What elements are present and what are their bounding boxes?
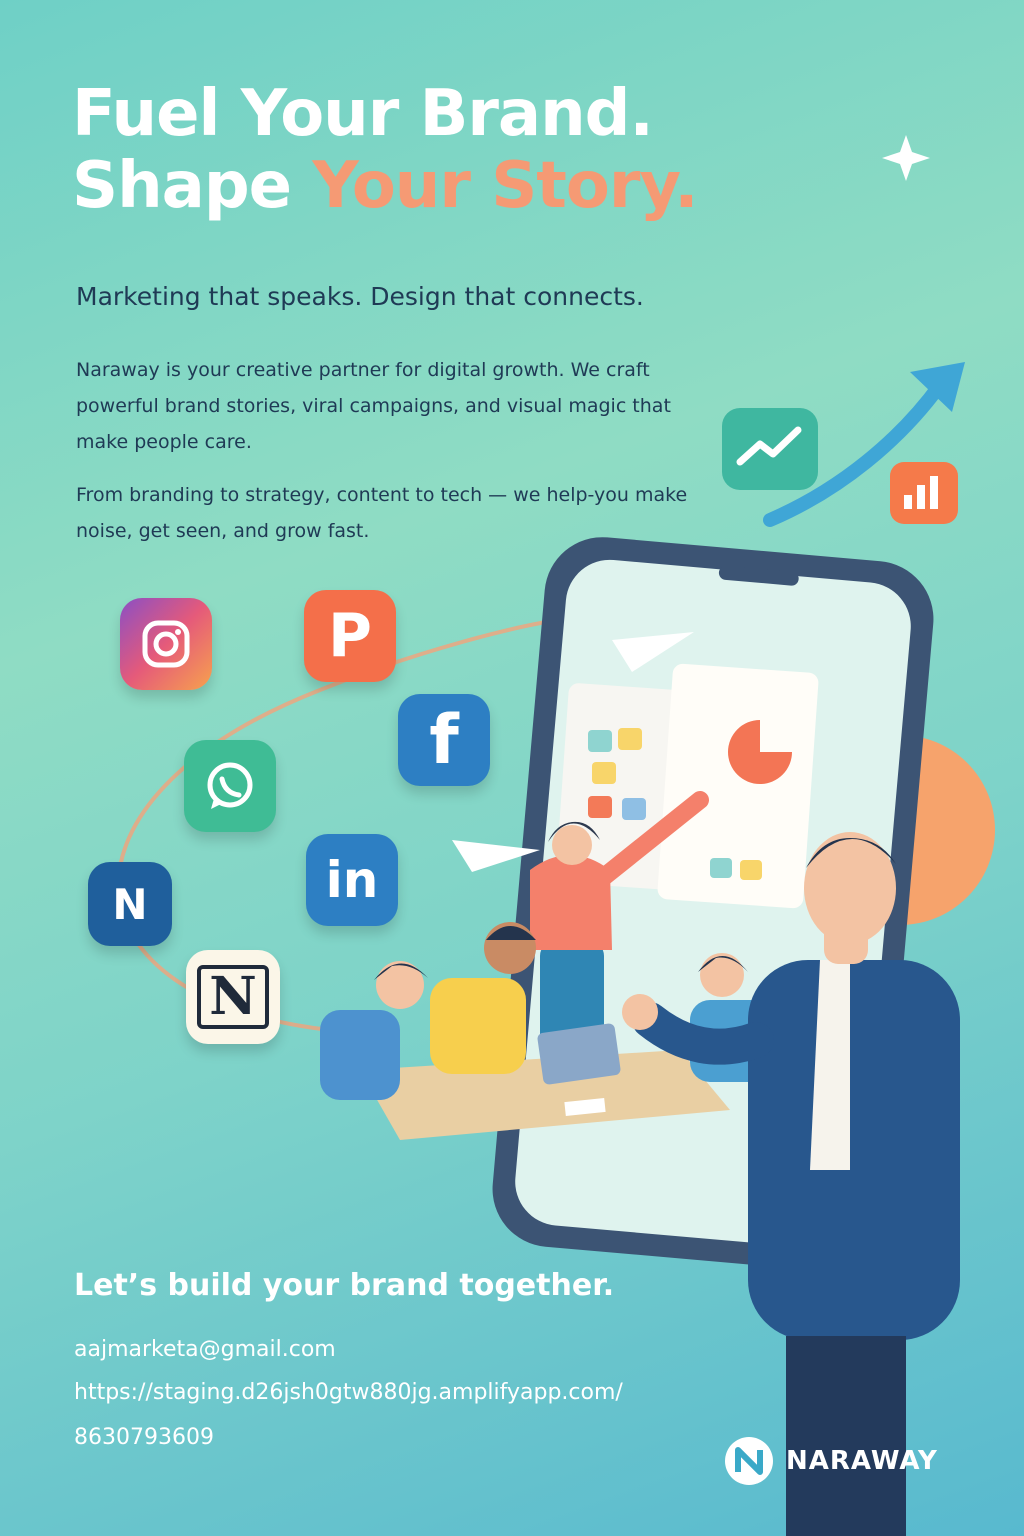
illustration bbox=[116, 135, 995, 1536]
headline-line-1: Fuel Your Brand. bbox=[72, 77, 654, 151]
poster: P f in N N Fuel Your Brand. Shape Your S… bbox=[0, 0, 1024, 1536]
contact-email[interactable]: aajmarketa@gmail.com bbox=[74, 1337, 336, 1362]
services-paragraph: From branding to strategy, content to te… bbox=[76, 484, 688, 542]
headline-line-2-white: Shape bbox=[72, 149, 313, 223]
bar-chart-icon bbox=[890, 462, 958, 524]
headline-line-2-accent: Your Story. bbox=[312, 149, 698, 223]
brand-name: NARAWAY bbox=[786, 1446, 938, 1476]
instagram-icon bbox=[120, 598, 212, 690]
tagline: Marketing that speaks. Design that conne… bbox=[76, 282, 644, 311]
call-to-action: Let’s build your brand together. bbox=[74, 1268, 615, 1303]
whatsapp-icon bbox=[184, 740, 276, 832]
linkedin-icon: in bbox=[306, 834, 398, 926]
notion-icon: N bbox=[186, 950, 280, 1044]
headline: Fuel Your Brand. Shape Your Story. bbox=[72, 77, 699, 223]
contact-website[interactable]: https://staging.d26jsh0gtw880jg.amplifya… bbox=[74, 1380, 623, 1405]
sparkle-icon bbox=[882, 135, 930, 181]
n-brand-icon: N bbox=[88, 862, 172, 946]
contact-phone[interactable]: 8630793609 bbox=[74, 1425, 214, 1450]
intro-paragraph: Naraway is your creative partner for dig… bbox=[76, 359, 671, 453]
brand-logo: NARAWAY bbox=[722, 1434, 938, 1488]
pinterest-icon: P bbox=[304, 590, 396, 682]
trend-chart-icon bbox=[722, 408, 818, 490]
naraway-logo-icon bbox=[725, 1437, 773, 1485]
facebook-icon: f bbox=[398, 694, 490, 786]
